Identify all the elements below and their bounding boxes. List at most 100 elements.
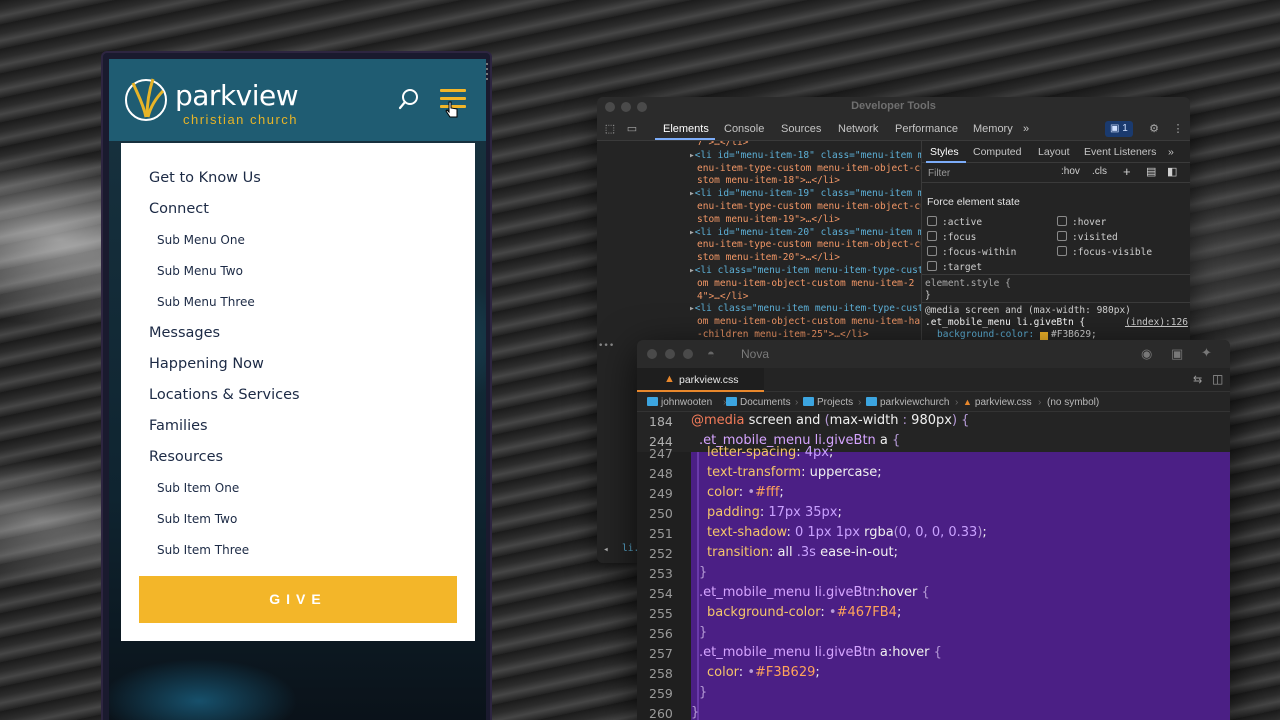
dom-node-text: <li class="menu-item menu-item-type-cust: [694, 303, 921, 315]
dom-node-line[interactable]: om menu-item-object-custom menu-item-has: [697, 316, 921, 329]
crumb-projects[interactable]: Projects: [803, 397, 853, 408]
collapse-arrow-icon[interactable]: ◂: [603, 544, 609, 555]
menu-item[interactable]: Connect: [149, 194, 300, 225]
code-editor[interactable]: 184 @media screen and (max-width : 980px)…: [637, 412, 1230, 720]
color-swatch[interactable]: [1040, 332, 1048, 340]
tab-parkview-css[interactable]: ▲ parkview.css: [637, 368, 764, 392]
element-style-rule[interactable]: element.style {: [925, 278, 1011, 289]
tab-performance[interactable]: Performance: [895, 123, 958, 135]
state-active-checkbox[interactable]: :active: [927, 216, 982, 228]
pointer-cursor-icon: [445, 101, 458, 118]
submenu-item[interactable]: Sub Item One: [149, 473, 300, 504]
preview-eye-icon[interactable]: ◉: [1141, 346, 1152, 362]
dom-node-line[interactable]: stom menu-item-19">…</li>: [697, 214, 840, 227]
inspect-element-icon[interactable]: ⬚: [603, 122, 617, 136]
crumb-parkviewchurch[interactable]: parkviewchurch: [866, 397, 949, 408]
tab-styles[interactable]: Styles: [930, 146, 959, 158]
submenu-item[interactable]: Sub Item Two: [149, 504, 300, 535]
menu-item[interactable]: Happening Now: [149, 349, 300, 380]
hov-toggle[interactable]: :hov: [1061, 166, 1080, 177]
tab-elements[interactable]: Elements: [663, 123, 709, 135]
path-breadcrumb: johnwooten › Documents › Projects › park…: [637, 392, 1230, 412]
sidebar-icon[interactable]: ▣: [1171, 346, 1183, 362]
dom-node-line[interactable]: 4">…</li>: [697, 291, 748, 304]
state-focus-within-checkbox[interactable]: :focus-within: [927, 246, 1016, 258]
add-rule-icon[interactable]: +: [1123, 164, 1131, 179]
state-focus-visible-checkbox[interactable]: :focus-visible: [1057, 246, 1152, 258]
paint-icon[interactable]: ▤: [1146, 165, 1156, 178]
folder-icon: [866, 397, 877, 406]
styles-filter-input[interactable]: [924, 165, 1052, 181]
crumb-symbol[interactable]: (no symbol): [1047, 397, 1099, 408]
tab-network[interactable]: Network: [838, 123, 878, 135]
crumb-documents[interactable]: Documents: [726, 397, 791, 408]
dom-node-line[interactable]: 7">…</li>: [697, 141, 748, 150]
menu-item[interactable]: Locations & Services: [149, 380, 300, 411]
dom-node-line[interactable]: enu-item-type-custom menu-item-object-cu: [697, 201, 921, 214]
submenu-item[interactable]: Sub Menu One: [149, 225, 300, 256]
line-number: 184: [649, 414, 673, 429]
sidebar-toggle-icon[interactable]: ◧: [1167, 165, 1177, 178]
split-view-icon[interactable]: ◫: [1212, 372, 1223, 386]
menu-item[interactable]: Get to Know Us: [149, 163, 300, 194]
state-focus-checkbox[interactable]: :focus: [927, 231, 976, 243]
minimize-icon[interactable]: [665, 349, 675, 359]
code-token: ease-in-out;: [815, 545, 898, 560]
state-visited-checkbox[interactable]: :visited: [1057, 231, 1118, 243]
code-token: @media: [691, 413, 745, 428]
submenu-item[interactable]: Sub Item Three: [149, 535, 300, 566]
submenu-item[interactable]: Sub Menu Two: [149, 256, 300, 287]
issues-badge[interactable]: ▣ 1: [1105, 121, 1133, 137]
code-token: 17px 35px: [768, 505, 838, 520]
menu-item[interactable]: Families: [149, 411, 300, 442]
tab-event-listeners[interactable]: Event Listeners: [1084, 146, 1156, 158]
tab-computed[interactable]: Computed: [973, 146, 1021, 158]
more-tabs-icon[interactable]: »: [1023, 123, 1029, 135]
dom-node-line[interactable]: stom menu-item-18">…</li>: [697, 175, 840, 188]
dom-node-line[interactable]: om menu-item-object-custom menu-item-2: [697, 278, 914, 291]
give-button[interactable]: GIVE: [139, 576, 457, 623]
css-value[interactable]: #F3B629;: [1051, 329, 1097, 340]
more-tabs-icon[interactable]: »: [1168, 146, 1174, 158]
menu-item[interactable]: Resources: [149, 442, 300, 473]
code-line: transition: all .3s ease-in-out;: [707, 545, 898, 560]
state-target-checkbox[interactable]: :target: [927, 261, 982, 273]
source-link[interactable]: (index):126: [1125, 317, 1188, 328]
tab-console[interactable]: Console: [724, 123, 764, 135]
state-hover-checkbox[interactable]: :hover: [1057, 216, 1106, 228]
device-toggle-icon[interactable]: ▭: [625, 122, 639, 136]
crumb-johnwooten[interactable]: johnwooten: [647, 397, 712, 408]
sparkle-icon[interactable]: ✦: [1201, 345, 1212, 361]
css-property[interactable]: background-color:: [937, 329, 1034, 340]
dom-node-line[interactable]: ▸<li id="menu-item-18" class="menu-item …: [689, 150, 921, 163]
search-icon[interactable]: [397, 87, 421, 111]
dom-node-text: stom menu-item-18">…</li>: [697, 175, 840, 187]
cls-toggle[interactable]: .cls: [1092, 166, 1107, 177]
menu-item[interactable]: Messages: [149, 318, 300, 349]
code-token: :: [796, 445, 805, 460]
tab-memory[interactable]: Memory: [973, 123, 1013, 135]
dom-node-line[interactable]: stom menu-item-20">…</li>: [697, 252, 840, 265]
dom-node-line[interactable]: ▸<li class="menu-item menu-item-type-cus…: [689, 265, 921, 278]
dom-node-line[interactable]: ▸<li id="menu-item-20" class="menu-item …: [689, 227, 921, 240]
dom-node-line[interactable]: ▸<li class="menu-item menu-item-type-cus…: [689, 303, 921, 316]
code-token: : all: [768, 545, 797, 560]
close-icon[interactable]: [647, 349, 657, 359]
swap-icon[interactable]: ⇆: [1193, 373, 1202, 386]
dom-node-line[interactable]: ▸<li id="menu-item-19" class="menu-item …: [689, 188, 921, 201]
code-token: }: [691, 705, 700, 720]
css-selector[interactable]: .et_mobile_menu li.giveBtn {: [925, 317, 1085, 328]
tab-layout[interactable]: Layout: [1038, 146, 1070, 158]
line-number: 259: [649, 686, 673, 701]
dom-node-line[interactable]: enu-item-type-custom menu-item-object-cu: [697, 163, 921, 176]
devtools-title: Developer Tools: [851, 100, 936, 112]
drag-handle-icon[interactable]: •••: [598, 341, 614, 351]
tab-sources[interactable]: Sources: [781, 123, 821, 135]
dom-node-line[interactable]: enu-item-type-custom menu-item-object-cu: [697, 239, 921, 252]
crumb-parkview-css[interactable]: ▲ parkview.css: [963, 397, 1032, 408]
gear-icon[interactable]: ⚙: [1147, 122, 1161, 136]
kebab-menu-icon[interactable]: ⋮: [1171, 122, 1185, 136]
maximize-icon[interactable]: [683, 349, 693, 359]
submenu-item[interactable]: Sub Menu Three: [149, 287, 300, 318]
code-line: text-shadow: 0 1px 1px rgba(0, 0, 0, 0.3…: [707, 525, 987, 540]
